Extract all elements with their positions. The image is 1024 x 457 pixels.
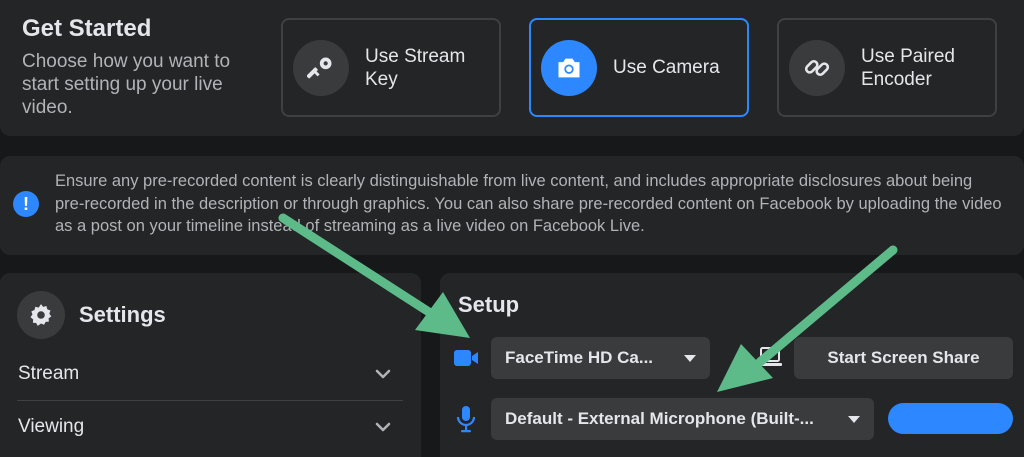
key-icon — [293, 39, 349, 96]
caret-down-icon — [684, 354, 696, 362]
camera-select[interactable]: FaceTime HD Ca... — [491, 337, 710, 379]
link-icon — [789, 39, 845, 96]
chevron-down-icon — [375, 416, 391, 438]
laptop-icon — [757, 345, 783, 374]
use-camera-option[interactable]: Use Camera — [529, 18, 749, 117]
go-live-button[interactable] — [888, 403, 1013, 434]
camera-icon — [541, 39, 597, 96]
notice-text: Ensure any pre-recorded content is clear… — [55, 172, 1002, 235]
video-camera-icon — [453, 347, 479, 374]
microphone-icon — [456, 405, 476, 438]
gear-icon — [17, 291, 65, 339]
settings-item-label: Viewing — [18, 416, 85, 437]
get-started-description: Choose how you want to start setting up … — [22, 51, 231, 118]
use-paired-encoder-label: Use Paired Encoder — [861, 45, 955, 90]
caret-down-icon — [848, 415, 860, 423]
exclamation-icon: ! — [13, 191, 39, 217]
get-started-title: Get Started — [22, 15, 152, 42]
microphone-select[interactable]: Default - External Microphone (Built-... — [491, 398, 874, 440]
settings-item-viewing[interactable]: Viewing — [0, 402, 421, 452]
settings-item-stream[interactable]: Stream — [0, 349, 421, 399]
chevron-down-icon — [375, 363, 391, 385]
microphone-select-value: Default - External Microphone (Built-... — [505, 409, 814, 428]
setup-title: Setup — [458, 292, 520, 317]
use-paired-encoder-option[interactable]: Use Paired Encoder — [777, 18, 997, 117]
camera-select-value: FaceTime HD Ca... — [505, 348, 654, 367]
use-camera-label: Use Camera — [613, 57, 720, 78]
divider — [17, 400, 403, 401]
settings-title: Settings — [79, 302, 166, 327]
start-screen-share-button[interactable]: Start Screen Share — [794, 337, 1013, 379]
use-stream-key-option[interactable]: Use Stream Key — [281, 18, 501, 117]
settings-item-label: Stream — [18, 363, 80, 384]
use-stream-key-label: Use Stream Key — [365, 45, 466, 90]
